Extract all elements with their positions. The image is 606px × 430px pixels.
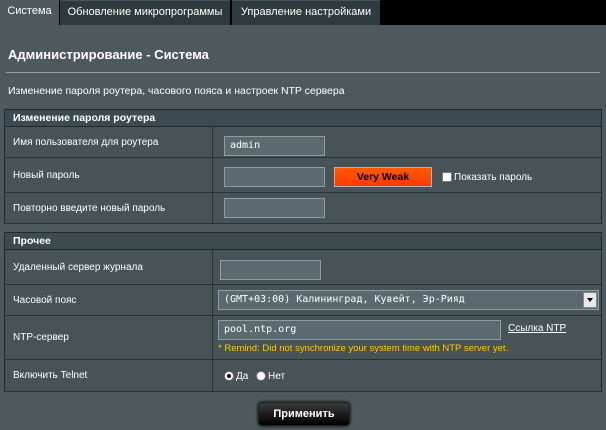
- ntp-remind-message: * Remind: Did not synchronize your syste…: [218, 343, 509, 354]
- page-title: Администрирование - Система: [8, 47, 209, 62]
- username-input[interactable]: admin: [224, 136, 325, 156]
- telnet-row: Включить Telnet: [4, 360, 602, 392]
- new-password-label: Новый пароль: [5, 158, 213, 192]
- telnet-label: Включить Telnet: [5, 360, 213, 391]
- chevron-down-icon[interactable]: [583, 292, 597, 308]
- username-label: Имя пользователя для роутера: [5, 127, 213, 157]
- tab-bar: Система Обновление микропрограммы Управл…: [0, 0, 606, 25]
- telnet-yes-label: Да: [236, 371, 249, 382]
- ntp-server-input[interactable]: pool.ntp.org: [218, 320, 501, 340]
- timezone-select[interactable]: (GMT+03:00) Калининград, Кувейт, Эр-Рияд: [218, 290, 599, 310]
- timezone-label: Часовой пояс: [5, 285, 213, 315]
- password-strength-meter: Very Weak: [334, 167, 432, 187]
- misc-section-header: Прочее: [4, 232, 602, 250]
- ntp-label: NTP-сервер: [5, 316, 213, 359]
- tab-settings-management[interactable]: Управление настройками: [232, 0, 380, 25]
- title-divider: [6, 72, 600, 73]
- telnet-no-radio[interactable]: [256, 371, 266, 381]
- confirm-password-label: Повторно введите новый пароль: [5, 193, 213, 223]
- telnet-no-label: Нет: [268, 371, 286, 382]
- show-password-checkbox[interactable]: [442, 172, 452, 182]
- confirm-password-input[interactable]: [224, 198, 325, 218]
- password-section-header: Изменение пароля роутера: [4, 109, 602, 127]
- telnet-yes-radio[interactable]: [224, 371, 234, 381]
- log-server-input[interactable]: [220, 260, 321, 280]
- timezone-selected-value: (GMT+03:00) Калининград, Кувейт, Эр-Рияд: [224, 294, 465, 305]
- new-password-input[interactable]: [224, 167, 325, 187]
- show-password-label: Показать пароль: [454, 172, 533, 183]
- tab-system[interactable]: Система: [0, 0, 59, 25]
- log-server-label: Удаленный сервер журнала: [5, 250, 213, 284]
- ntp-link[interactable]: Ссылка NTP: [508, 323, 566, 334]
- page-description: Изменение пароля роутера, часового пояса…: [8, 85, 345, 97]
- apply-button[interactable]: Применить: [258, 402, 350, 426]
- tab-firmware-upgrade[interactable]: Обновление микропрограммы: [60, 0, 230, 25]
